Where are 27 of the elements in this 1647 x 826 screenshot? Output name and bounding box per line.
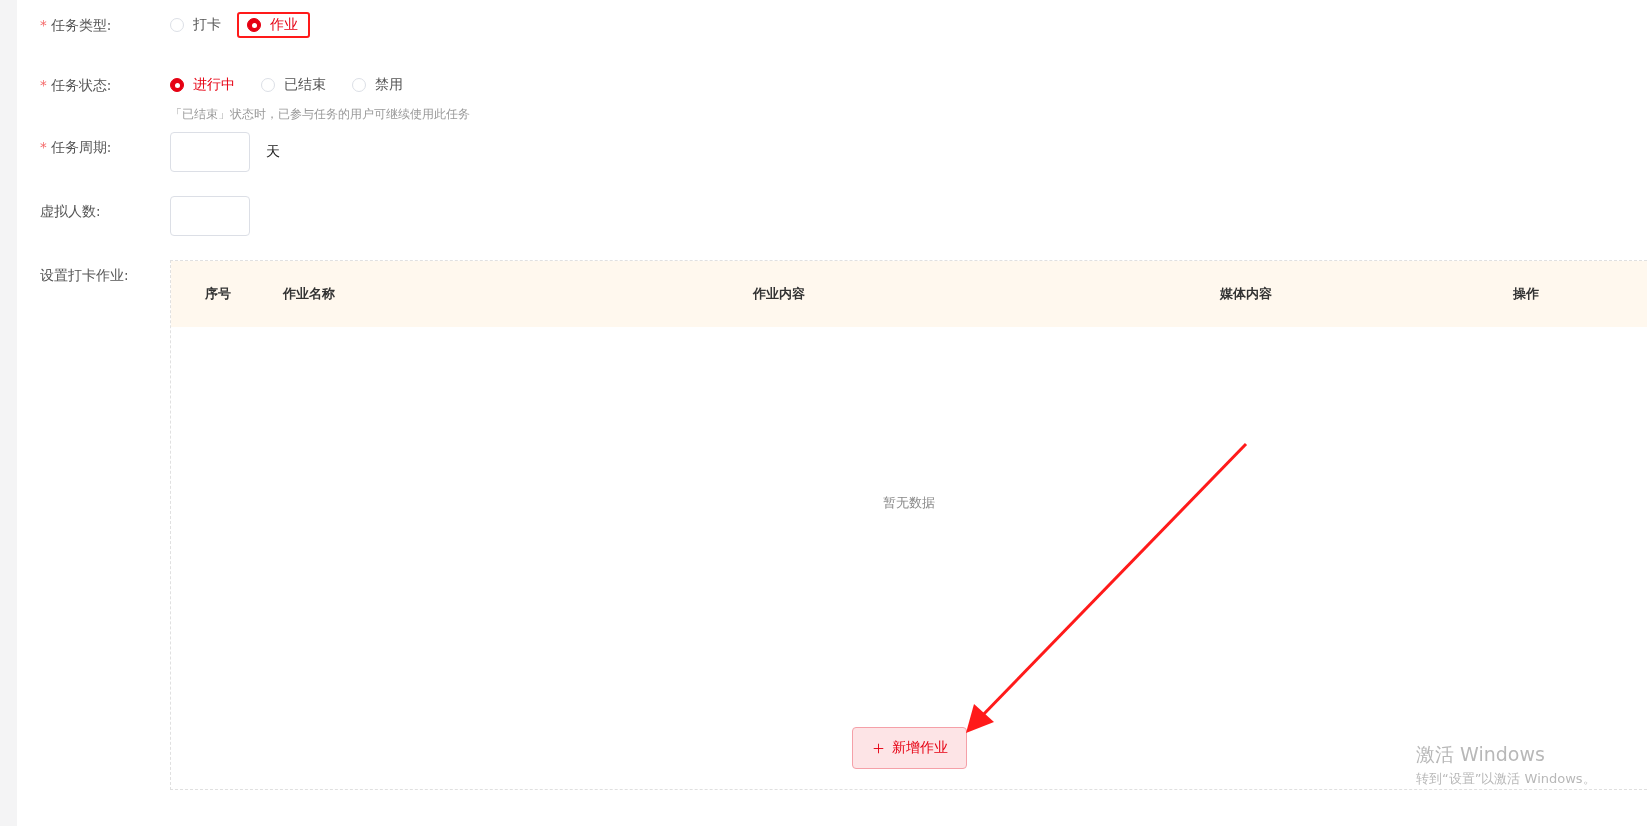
field-label: 任务状态: <box>50 76 112 95</box>
number-input[interactable] <box>170 196 250 236</box>
number-input[interactable] <box>170 132 250 172</box>
field-label: 任务周期: <box>50 138 112 157</box>
radio-option[interactable]: 已结束 <box>261 76 326 94</box>
field-label: 任务类型: <box>50 16 112 35</box>
column-header: 序号 <box>204 285 232 303</box>
unit-label: 天 <box>266 143 280 161</box>
radio-option[interactable]: 禁用 <box>352 76 403 94</box>
add-homework-button[interactable]: 新增作业 <box>851 727 967 769</box>
radio-option[interactable]: 打卡 <box>170 16 221 34</box>
empty-text: 暂无数据 <box>883 494 935 512</box>
field-label: 设置打卡作业: <box>40 266 129 285</box>
column-header: 作业名称 <box>281 285 336 303</box>
radio-option[interactable]: 作业 <box>247 16 298 34</box>
activation-text: 转到“设置”以激活 Windows。 <box>1416 770 1596 788</box>
hint-text: 「已结束」状态时，已参与任务的用户可继续使用此任务 <box>170 106 471 123</box>
column-header: 媒体内容 <box>1219 285 1273 303</box>
field-label: 虚拟人数: <box>40 202 101 221</box>
plus-icon <box>870 740 886 756</box>
activation-title: 激活 Windows <box>1416 742 1546 767</box>
column-header: 作业内容 <box>751 285 806 303</box>
required-mark: * <box>40 138 47 157</box>
required-mark: * <box>40 76 47 95</box>
radio-option[interactable]: 进行中 <box>170 76 235 94</box>
required-mark: * <box>40 16 47 35</box>
column-header: 操作 <box>1512 285 1540 303</box>
